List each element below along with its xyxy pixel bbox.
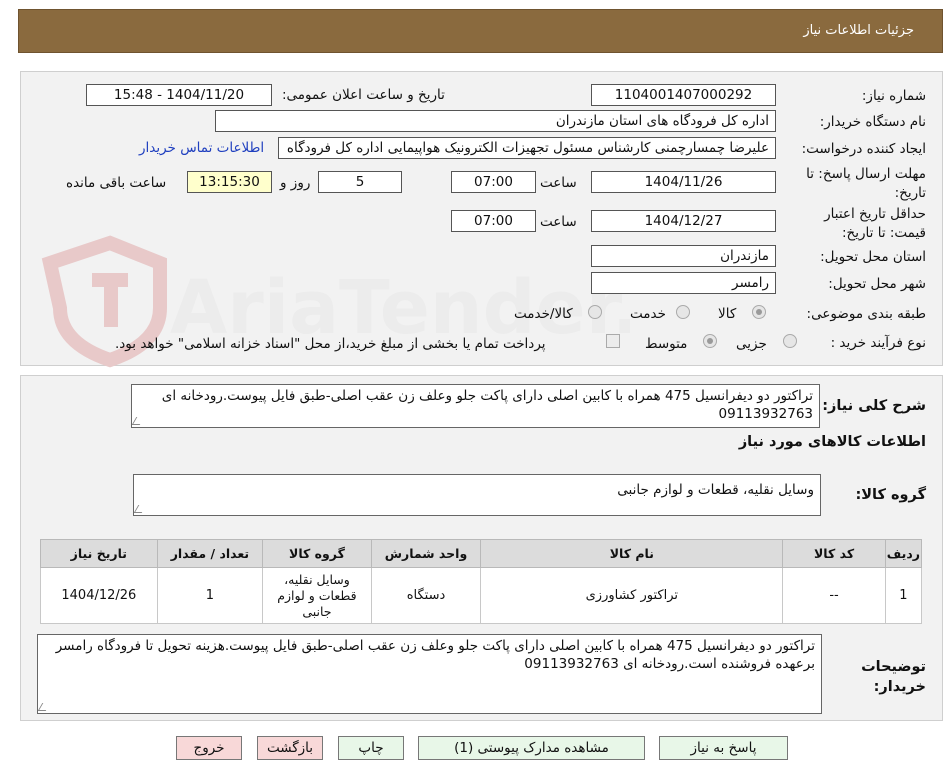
province-field: مازندران bbox=[591, 245, 776, 267]
treasury-payment-note: پرداخت تمام یا بخشی از مبلغ خرید،از محل … bbox=[115, 336, 546, 352]
col-quantity: تعداد / مقدار bbox=[156, 539, 264, 568]
category-option-service: خدمت bbox=[630, 306, 666, 322]
requester-field: علیرضا چمسارچمنی کارشناس مسئول تجهیزات ا… bbox=[278, 137, 776, 159]
deadline-time-label: ساعت bbox=[540, 175, 577, 191]
need-number-field: 1104001407000292 bbox=[591, 84, 776, 106]
buyer-notes-textarea[interactable]: تراکتور دو دیفرانسیل 475 همراه با کابین … bbox=[37, 634, 822, 714]
process-option-minor: جزیی bbox=[736, 336, 767, 352]
process-radio-minor[interactable] bbox=[783, 334, 797, 348]
city-label: شهر محل تحویل: bbox=[828, 276, 926, 292]
deadline-date-field: 1404/11/26 bbox=[591, 171, 776, 193]
buyer-org-field: اداره کل فرودگاه های استان مازندران bbox=[215, 110, 776, 132]
min-validity-time-field: 07:00 bbox=[451, 210, 536, 232]
cell-unit: دستگاه bbox=[370, 567, 482, 624]
col-row-number: ردیف bbox=[884, 539, 923, 568]
cell-row-number: 1 bbox=[884, 567, 923, 624]
page-header: جزئیات اطلاعات نیاز bbox=[18, 9, 943, 53]
min-validity-time-label: ساعت bbox=[540, 214, 577, 230]
cell-goods-group: وسایل نقلیه، قطعات و لوازم جانبی bbox=[262, 567, 372, 624]
goods-group-label: گروه کالا: bbox=[855, 487, 926, 503]
col-goods-name: نام کالا bbox=[480, 539, 784, 568]
announce-date-field: 1404/11/20 - 15:48 bbox=[86, 84, 272, 106]
min-validity-label: حداقل تاریخ اعتبار قیمت: تا تاریخ: bbox=[824, 206, 926, 241]
remaining-time-field: 13:15:30 bbox=[187, 171, 272, 193]
goods-group-text: وسایل نقلیه، قطعات و لوازم جانبی bbox=[617, 482, 814, 498]
cell-goods-name: تراکتور کشاورزی bbox=[480, 567, 784, 624]
summary-text: تراکتور دو دیفرانسیل 475 همراه با کابین … bbox=[161, 388, 813, 422]
page-title: جزئیات اطلاعات نیاز bbox=[803, 23, 914, 38]
cell-goods-code: -- bbox=[782, 567, 886, 624]
announce-date-label: تاریخ و ساعت اعلان عمومی: bbox=[282, 87, 445, 103]
deadline-time-field: 07:00 bbox=[451, 171, 536, 193]
reply-button[interactable]: پاسخ به نیاز bbox=[659, 736, 788, 760]
summary-textarea[interactable]: تراکتور دو دیفرانسیل 475 همراه با کابین … bbox=[131, 384, 820, 428]
requester-label: ایجاد کننده درخواست: bbox=[801, 141, 926, 157]
days-word-label: روز و bbox=[280, 175, 311, 191]
province-label: استان محل تحویل: bbox=[820, 249, 926, 265]
buyer-notes-label: توضیحات خریدار: bbox=[861, 659, 926, 695]
col-unit: واحد شمارش bbox=[370, 539, 482, 568]
buyer-notes-text: تراکتور دو دیفرانسیل 475 همراه با کابین … bbox=[55, 638, 815, 672]
process-option-medium: متوسط bbox=[645, 336, 688, 352]
process-type-label: نوع فرآیند خرید : bbox=[830, 335, 926, 351]
need-number-label: شماره نیاز: bbox=[861, 88, 926, 104]
col-goods-code: کد کالا bbox=[782, 539, 886, 568]
remaining-time-label: ساعت باقی مانده bbox=[66, 175, 167, 191]
view-attachments-button[interactable]: مشاهده مدارک پیوستی (1) bbox=[418, 736, 645, 760]
cell-quantity: 1 bbox=[156, 567, 264, 624]
resize-grip-icon[interactable] bbox=[132, 417, 145, 425]
back-button[interactable]: بازگشت bbox=[257, 736, 323, 760]
col-goods-group: گروه کالا bbox=[262, 539, 372, 568]
table-row: 1404/12/26 1 وسایل نقلیه، قطعات و لوازم … bbox=[40, 567, 923, 624]
goods-table: تاریخ نیاز تعداد / مقدار گروه کالا واحد … bbox=[40, 539, 923, 624]
summary-label: شرح کلی نیاز: bbox=[822, 398, 926, 414]
goods-section-title: اطلاعات کالاهای مورد نیاز bbox=[738, 434, 926, 450]
print-button[interactable]: چاپ bbox=[338, 736, 404, 760]
buyer-org-label: نام دستگاه خریدار: bbox=[819, 114, 926, 130]
days-remaining-field: 5 bbox=[318, 171, 402, 193]
treasury-payment-checkbox[interactable] bbox=[606, 334, 620, 348]
cell-need-date: 1404/12/26 bbox=[40, 567, 158, 624]
goods-group-textarea[interactable]: وسایل نقلیه، قطعات و لوازم جانبی bbox=[133, 474, 821, 516]
deadline-label: مهلت ارسال پاسخ: تا تاریخ: bbox=[806, 166, 926, 201]
buyer-contact-link[interactable]: اطلاعات تماس خریدار bbox=[139, 140, 264, 156]
category-radio-goods-service[interactable] bbox=[588, 305, 602, 319]
city-field: رامسر bbox=[591, 272, 776, 294]
goods-table-header: تاریخ نیاز تعداد / مقدار گروه کالا واحد … bbox=[40, 539, 923, 568]
category-radio-goods[interactable] bbox=[752, 305, 766, 319]
category-label: طبقه بندی موضوعی: bbox=[806, 306, 926, 322]
category-option-goods-service: کالا/خدمت bbox=[514, 306, 573, 322]
category-radio-service[interactable] bbox=[676, 305, 690, 319]
category-option-goods: کالا bbox=[718, 306, 737, 322]
process-radio-medium[interactable] bbox=[703, 334, 717, 348]
min-validity-date-field: 1404/12/27 bbox=[591, 210, 776, 232]
resize-grip-icon[interactable] bbox=[38, 703, 51, 711]
col-tarikh-niaz: تاریخ نیاز bbox=[40, 539, 158, 568]
resize-grip-icon[interactable] bbox=[134, 505, 147, 513]
exit-button[interactable]: خروج bbox=[176, 736, 242, 760]
